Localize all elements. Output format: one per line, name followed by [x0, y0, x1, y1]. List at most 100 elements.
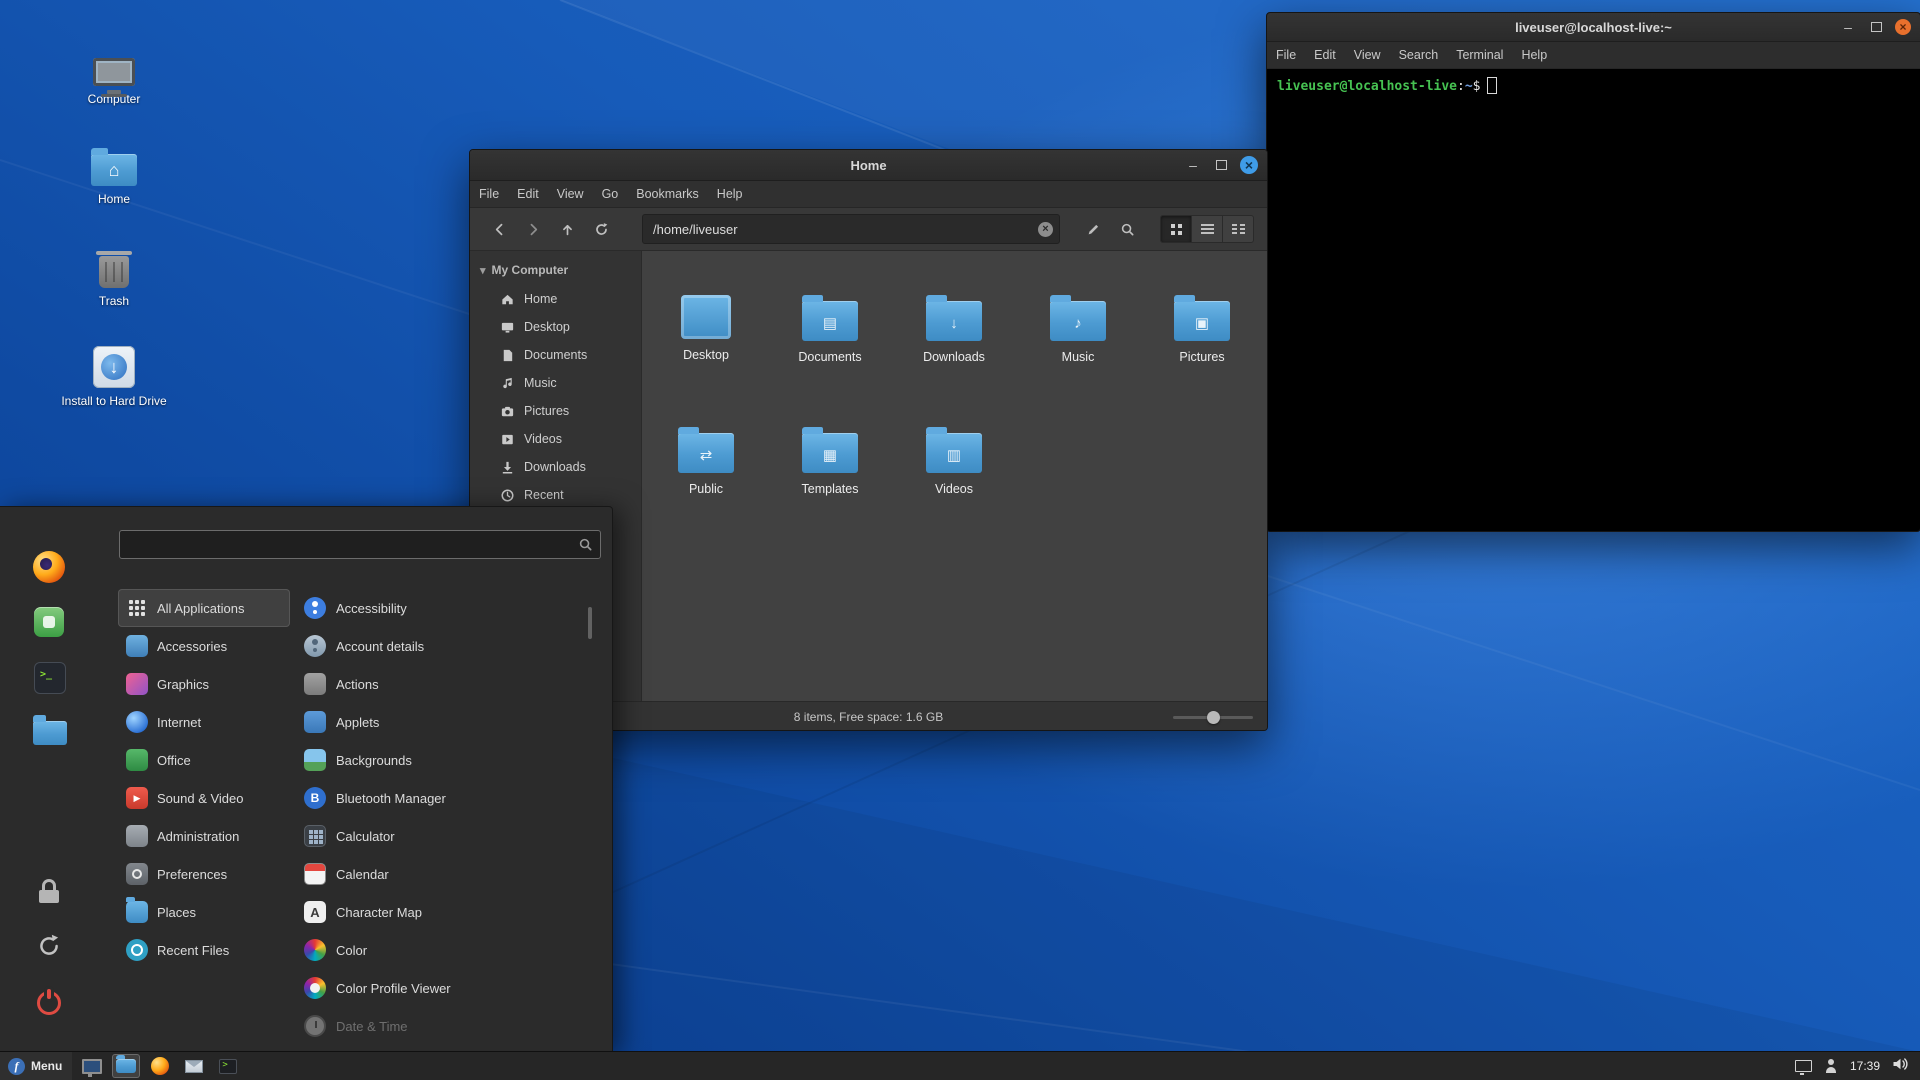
- logout-button[interactable]: [36, 933, 62, 959]
- maximize-button[interactable]: [1212, 156, 1230, 174]
- category-recent-files[interactable]: Recent Files: [118, 931, 290, 969]
- app-item-character-map[interactable]: Character Map: [296, 893, 582, 931]
- favorite-terminal-icon[interactable]: [34, 662, 66, 694]
- menu-view[interactable]: View: [548, 181, 593, 207]
- menu-search-box[interactable]: [119, 530, 601, 559]
- app-item-actions[interactable]: Actions: [296, 665, 582, 703]
- sidebar-item-music[interactable]: Music: [470, 369, 641, 397]
- app-item-calendar[interactable]: Calendar: [296, 855, 582, 893]
- app-item-date-time[interactable]: Date & Time: [296, 1007, 582, 1045]
- menu-terminal[interactable]: Terminal: [1447, 42, 1512, 68]
- category-places[interactable]: Places: [118, 893, 290, 931]
- app-item-color-profile-viewer[interactable]: Color Profile Viewer: [296, 969, 582, 1007]
- taskbar-files-button[interactable]: [112, 1054, 140, 1078]
- category-graphics[interactable]: Graphics: [118, 665, 290, 703]
- favorite-firefox-icon[interactable]: [33, 551, 65, 583]
- category-administration[interactable]: Administration: [118, 817, 290, 855]
- sidebar-item-desktop[interactable]: Desktop: [470, 313, 641, 341]
- refresh-button[interactable]: [586, 215, 616, 243]
- show-desktop-button[interactable]: [78, 1054, 106, 1078]
- search-button[interactable]: [1112, 215, 1142, 243]
- fm-titlebar[interactable]: Home: [470, 150, 1267, 181]
- app-item-backgrounds[interactable]: Backgrounds: [296, 741, 582, 779]
- app-item-bluetooth-manager[interactable]: Bluetooth Manager: [296, 779, 582, 817]
- menu-view[interactable]: View: [1345, 42, 1390, 68]
- app-item-applets[interactable]: Applets: [296, 703, 582, 741]
- category-preferences[interactable]: Preferences: [118, 855, 290, 893]
- folder-item-music[interactable]: Music: [1016, 279, 1140, 411]
- folder-item-downloads[interactable]: Downloads: [892, 279, 1016, 411]
- menu-file[interactable]: File: [1267, 42, 1305, 68]
- category-internet[interactable]: Internet: [118, 703, 290, 741]
- app-item-accessibility[interactable]: Accessibility: [296, 589, 582, 627]
- folder-item-videos[interactable]: Videos: [892, 411, 1016, 543]
- icon-view-button[interactable]: [1160, 215, 1192, 243]
- menu-help[interactable]: Help: [708, 181, 752, 207]
- favorite-files-icon[interactable]: [33, 721, 67, 745]
- sidebar-section-my-computer[interactable]: My Computer: [470, 257, 641, 285]
- category-all-applications[interactable]: All Applications: [118, 589, 290, 627]
- folder-item-public[interactable]: Public: [644, 411, 768, 543]
- shutdown-button[interactable]: [37, 991, 61, 1015]
- menu-help[interactable]: Help: [1512, 42, 1556, 68]
- toggle-location-entry-button[interactable]: [1078, 215, 1108, 243]
- menu-bookmarks[interactable]: Bookmarks: [627, 181, 708, 207]
- apps-scrollbar[interactable]: [588, 607, 592, 639]
- list-view-button[interactable]: [1192, 215, 1223, 243]
- accessibility-tray-icon[interactable]: [1824, 1059, 1838, 1073]
- minimize-button[interactable]: [1839, 18, 1857, 36]
- up-button[interactable]: [552, 215, 582, 243]
- volume-tray-icon[interactable]: [1892, 1057, 1910, 1076]
- app-item-calculator[interactable]: Calculator: [296, 817, 582, 855]
- folder-item-pictures[interactable]: Pictures: [1140, 279, 1264, 411]
- zoom-slider-thumb[interactable]: [1207, 711, 1220, 724]
- network-tray-icon[interactable]: [1795, 1060, 1812, 1072]
- taskbar-mail-button[interactable]: [180, 1054, 208, 1078]
- menu-search[interactable]: Search: [1390, 42, 1448, 68]
- sidebar-item-documents[interactable]: Documents: [470, 341, 641, 369]
- close-button[interactable]: [1240, 156, 1258, 174]
- sidebar-item-pictures[interactable]: Pictures: [470, 397, 641, 425]
- minimize-button[interactable]: [1184, 156, 1202, 174]
- taskbar-terminal-button[interactable]: [214, 1054, 242, 1078]
- desktop-icon-home[interactable]: Home: [58, 136, 170, 206]
- search-input[interactable]: [120, 537, 578, 552]
- category-accessories[interactable]: Accessories: [118, 627, 290, 665]
- category-office[interactable]: Office: [118, 741, 290, 779]
- folder-item-desktop[interactable]: Desktop: [644, 279, 768, 411]
- sidebar-item-home[interactable]: Home: [470, 285, 641, 313]
- category-sound-video[interactable]: Sound & Video: [118, 779, 290, 817]
- desktop-icon-trash[interactable]: Trash: [58, 238, 170, 308]
- lock-screen-button[interactable]: [39, 879, 59, 903]
- menu-button[interactable]: Menu: [0, 1052, 72, 1080]
- compact-view-button[interactable]: [1223, 215, 1254, 243]
- fm-file-area[interactable]: Desktop Documents Downloads Music Pictur…: [642, 251, 1267, 701]
- forward-button[interactable]: [518, 215, 548, 243]
- favorite-software-icon[interactable]: [34, 607, 64, 637]
- sidebar-item-recent[interactable]: Recent: [470, 481, 641, 509]
- clear-location-icon[interactable]: [1038, 222, 1053, 237]
- terminal-output-area[interactable]: liveuser@localhost-live:~$: [1267, 69, 1920, 523]
- app-item-account-details[interactable]: Account details: [296, 627, 582, 665]
- sidebar-item-videos[interactable]: Videos: [470, 425, 641, 453]
- back-button[interactable]: [484, 215, 514, 243]
- internet-globe-icon: [126, 711, 148, 733]
- taskbar-clock[interactable]: 17:39: [1850, 1059, 1880, 1073]
- folder-item-documents[interactable]: Documents: [768, 279, 892, 411]
- menu-go[interactable]: Go: [593, 181, 628, 207]
- location-bar[interactable]: /home/liveuser: [642, 214, 1060, 244]
- folder-item-templates[interactable]: Templates: [768, 411, 892, 543]
- app-item-color[interactable]: Color: [296, 931, 582, 969]
- menu-edit[interactable]: Edit: [508, 181, 548, 207]
- taskbar-firefox-button[interactable]: [146, 1054, 174, 1078]
- terminal-titlebar[interactable]: liveuser@localhost-live:~: [1267, 13, 1920, 42]
- zoom-slider[interactable]: [1173, 716, 1253, 719]
- menu-edit[interactable]: Edit: [1305, 42, 1345, 68]
- close-button[interactable]: [1895, 19, 1911, 35]
- maximize-button[interactable]: [1867, 18, 1885, 36]
- desktop-icon-computer[interactable]: Computer: [58, 36, 170, 106]
- menu-file[interactable]: File: [470, 181, 508, 207]
- forward-icon: [526, 222, 541, 237]
- desktop-icon-install[interactable]: Install to Hard Drive: [58, 338, 170, 408]
- sidebar-item-downloads[interactable]: Downloads: [470, 453, 641, 481]
